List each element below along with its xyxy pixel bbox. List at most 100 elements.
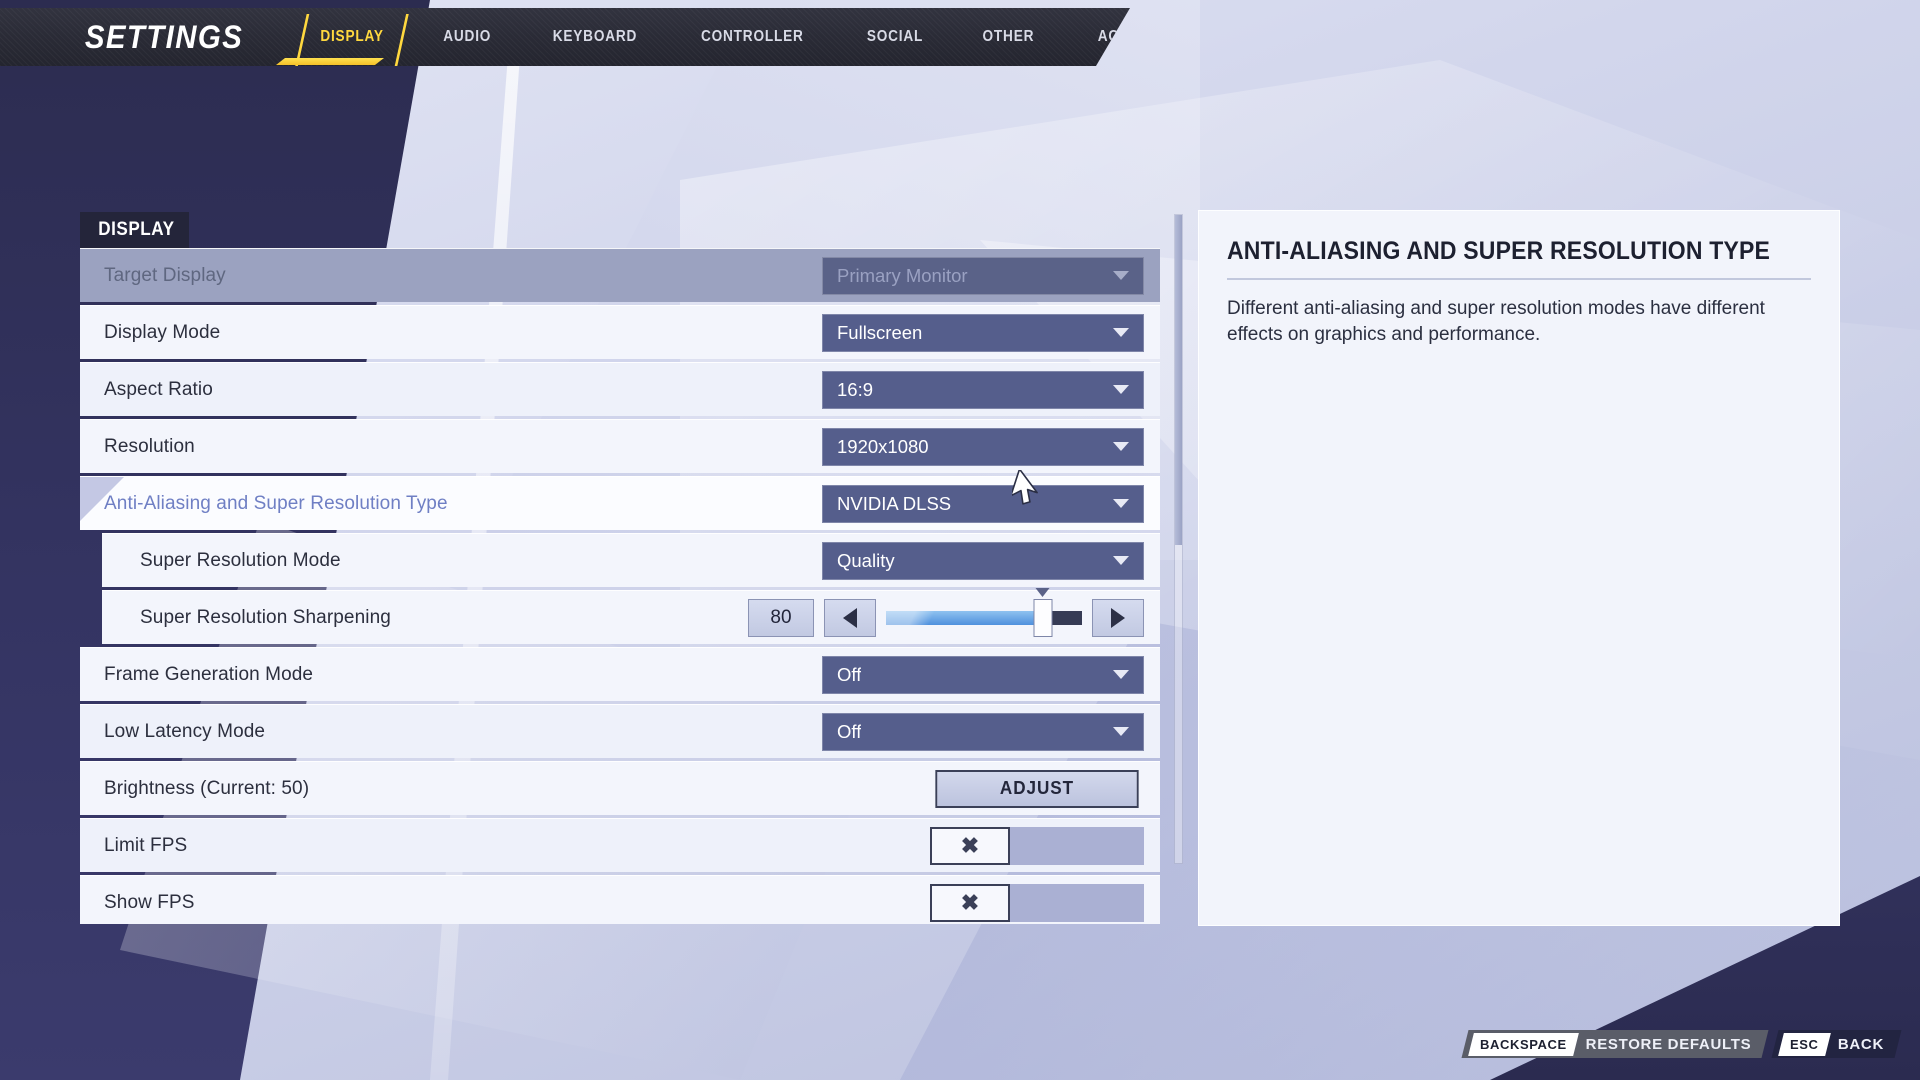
slider-handle[interactable] (1033, 587, 1053, 637)
dropdown-resolution[interactable]: 1920x1080 (822, 427, 1144, 466)
checkbox-show-fps[interactable]: ✖ (930, 883, 1010, 922)
slider-track-fill (886, 610, 1043, 625)
section-tag-badge: DISPLAY (80, 212, 189, 248)
hint-back[interactable]: ESC BACK (1771, 1030, 1902, 1058)
setting-label: Aspect Ratio (104, 378, 213, 400)
tab-display[interactable]: DISPLAY (297, 8, 406, 66)
checkbox-fill-bar (1010, 883, 1144, 922)
setting-row-display-mode[interactable]: Display Mode Fullscreen (80, 305, 1160, 359)
key-badge-backspace: BACKSPACE (1468, 1032, 1579, 1056)
setting-control[interactable]: NVIDIA DLSS (822, 484, 1144, 523)
setting-control[interactable]: ADJUST (930, 769, 1144, 808)
chevron-down-icon (1113, 556, 1129, 565)
setting-label: Resolution (104, 435, 195, 457)
setting-control[interactable]: 16:9 (822, 370, 1144, 409)
chevron-down-icon (1113, 328, 1129, 337)
right-triangle-icon (1111, 607, 1125, 628)
chevron-down-icon (1113, 271, 1129, 280)
section-tag-label: DISPLAY (98, 219, 175, 240)
dropdown-super-resolution-mode[interactable]: Quality (822, 541, 1144, 580)
setting-row-super-resolution-mode[interactable]: Super Resolution Mode Quality (102, 533, 1160, 587)
setting-control[interactable]: 80 (748, 587, 1144, 637)
setting-row-low-latency-mode[interactable]: Low Latency Mode Off (80, 704, 1160, 758)
setting-control[interactable]: Quality (822, 541, 1144, 580)
chevron-down-icon (1113, 442, 1129, 451)
hint-restore-defaults[interactable]: BACKSPACE RESTORE DEFAULTS (1461, 1030, 1769, 1058)
info-panel-divider (1227, 278, 1811, 280)
setting-row-aspect-ratio[interactable]: Aspect Ratio 16:9 (80, 362, 1160, 416)
checkbox-fill-bar (1010, 826, 1144, 865)
tab-keyboard[interactable]: KEYBOARD (529, 8, 659, 66)
setting-control[interactable]: 1920x1080 (822, 427, 1144, 466)
settings-scrollbar[interactable] (1174, 214, 1183, 864)
setting-label: Target Display (104, 264, 226, 286)
slider-track[interactable] (886, 587, 1082, 637)
dropdown-value: 1920x1080 (837, 435, 929, 457)
setting-row-limit-fps[interactable]: Limit FPS ✖ (80, 818, 1160, 872)
info-panel: ANTI-ALIASING AND SUPER RESOLUTION TYPE … (1198, 210, 1840, 926)
dropdown-value: Primary Monitor (837, 264, 968, 286)
key-hint-bar: BACKSPACE RESTORE DEFAULTS ESC BACK (1461, 1030, 1902, 1058)
setting-control[interactable]: Off (822, 712, 1144, 751)
setting-label: Super Resolution Mode (140, 549, 341, 571)
setting-row-resolution[interactable]: Resolution 1920x1080 (80, 419, 1160, 473)
chevron-down-icon (1113, 499, 1129, 508)
setting-row-anti-aliasing[interactable]: Anti-Aliasing and Super Resolution Type … (80, 476, 1160, 530)
setting-control[interactable]: ✖ (930, 883, 1144, 922)
dropdown-value: NVIDIA DLSS (837, 492, 952, 514)
key-badge-esc: ESC (1778, 1032, 1831, 1056)
setting-label: Low Latency Mode (104, 720, 266, 742)
settings-top-bar: SETTINGS DISPLAY AUDIO KEYBOARD CONTROLL… (0, 8, 1130, 66)
cross-icon: ✖ (960, 889, 980, 915)
pointer-arrow-cursor (1010, 468, 1042, 508)
setting-row-super-resolution-sharpening[interactable]: Super Resolution Sharpening 80 (102, 587, 1160, 644)
chevron-down-icon (1113, 727, 1129, 736)
tab-audio[interactable]: AUDIO (420, 8, 514, 66)
dropdown-low-latency-mode[interactable]: Off (822, 712, 1144, 751)
slider-handle-marker-icon (1035, 587, 1050, 597)
setting-row-show-fps[interactable]: Show FPS ✖ (80, 875, 1160, 924)
setting-label: Frame Generation Mode (104, 663, 314, 685)
setting-label: Anti-Aliasing and Super Resolution Type (104, 492, 448, 514)
tab-other[interactable]: OTHER (960, 8, 1057, 66)
checkbox-limit-fps[interactable]: ✖ (930, 826, 1010, 865)
section-tag: DISPLAY (80, 212, 189, 248)
setting-control[interactable]: ✖ (930, 826, 1144, 865)
dropdown-aspect-ratio[interactable]: 16:9 (822, 370, 1144, 409)
display-settings-panel: DISPLAY Target Display Primary Monitor D… (80, 212, 1160, 924)
active-tab-underline (276, 58, 384, 65)
chevron-down-icon (1113, 385, 1129, 394)
setting-label: Show FPS (104, 891, 195, 913)
dropdown-frame-generation-mode[interactable]: Off (822, 655, 1144, 694)
setting-row-brightness[interactable]: Brightness (Current: 50) ADJUST (80, 761, 1160, 815)
setting-label: Display Mode (104, 321, 221, 343)
cross-icon: ✖ (960, 832, 980, 858)
settings-row-list[interactable]: Target Display Primary Monitor Display M… (80, 248, 1160, 924)
left-triangle-icon (843, 607, 857, 628)
setting-row-target-display: Target Display Primary Monitor (80, 248, 1160, 302)
dropdown-value: 16:9 (837, 378, 874, 400)
slider-decrease-button[interactable] (824, 598, 876, 637)
dropdown-display-mode[interactable]: Fullscreen (822, 313, 1144, 352)
dropdown-value: Off (837, 663, 862, 685)
slider-value-box: 80 (748, 598, 814, 637)
dropdown-anti-aliasing[interactable]: NVIDIA DLSS (822, 484, 1144, 523)
setting-control[interactable]: Off (822, 655, 1144, 694)
setting-label: Brightness (Current: 50) (104, 777, 310, 799)
page-title: SETTINGS (84, 18, 244, 55)
tab-social[interactable]: SOCIAL (844, 8, 946, 66)
hint-label-back: BACK (1837, 1035, 1884, 1053)
tab-controller[interactable]: CONTROLLER (679, 8, 827, 66)
info-panel-description: Different anti-aliasing and super resolu… (1227, 298, 1765, 346)
hint-label-restore-defaults: RESTORE DEFAULTS (1585, 1035, 1752, 1053)
setting-control: Primary Monitor (822, 256, 1144, 295)
dropdown-target-display: Primary Monitor (822, 256, 1144, 295)
adjust-brightness-button[interactable]: ADJUST (935, 769, 1139, 808)
dropdown-value: Off (837, 720, 862, 742)
setting-label: Super Resolution Sharpening (140, 606, 391, 628)
scrollbar-thumb[interactable] (1175, 215, 1182, 545)
setting-row-frame-generation-mode[interactable]: Frame Generation Mode Off (80, 647, 1160, 701)
slider-increase-button[interactable] (1092, 598, 1144, 637)
setting-control[interactable]: Fullscreen (822, 313, 1144, 352)
dropdown-value: Fullscreen (837, 321, 923, 343)
